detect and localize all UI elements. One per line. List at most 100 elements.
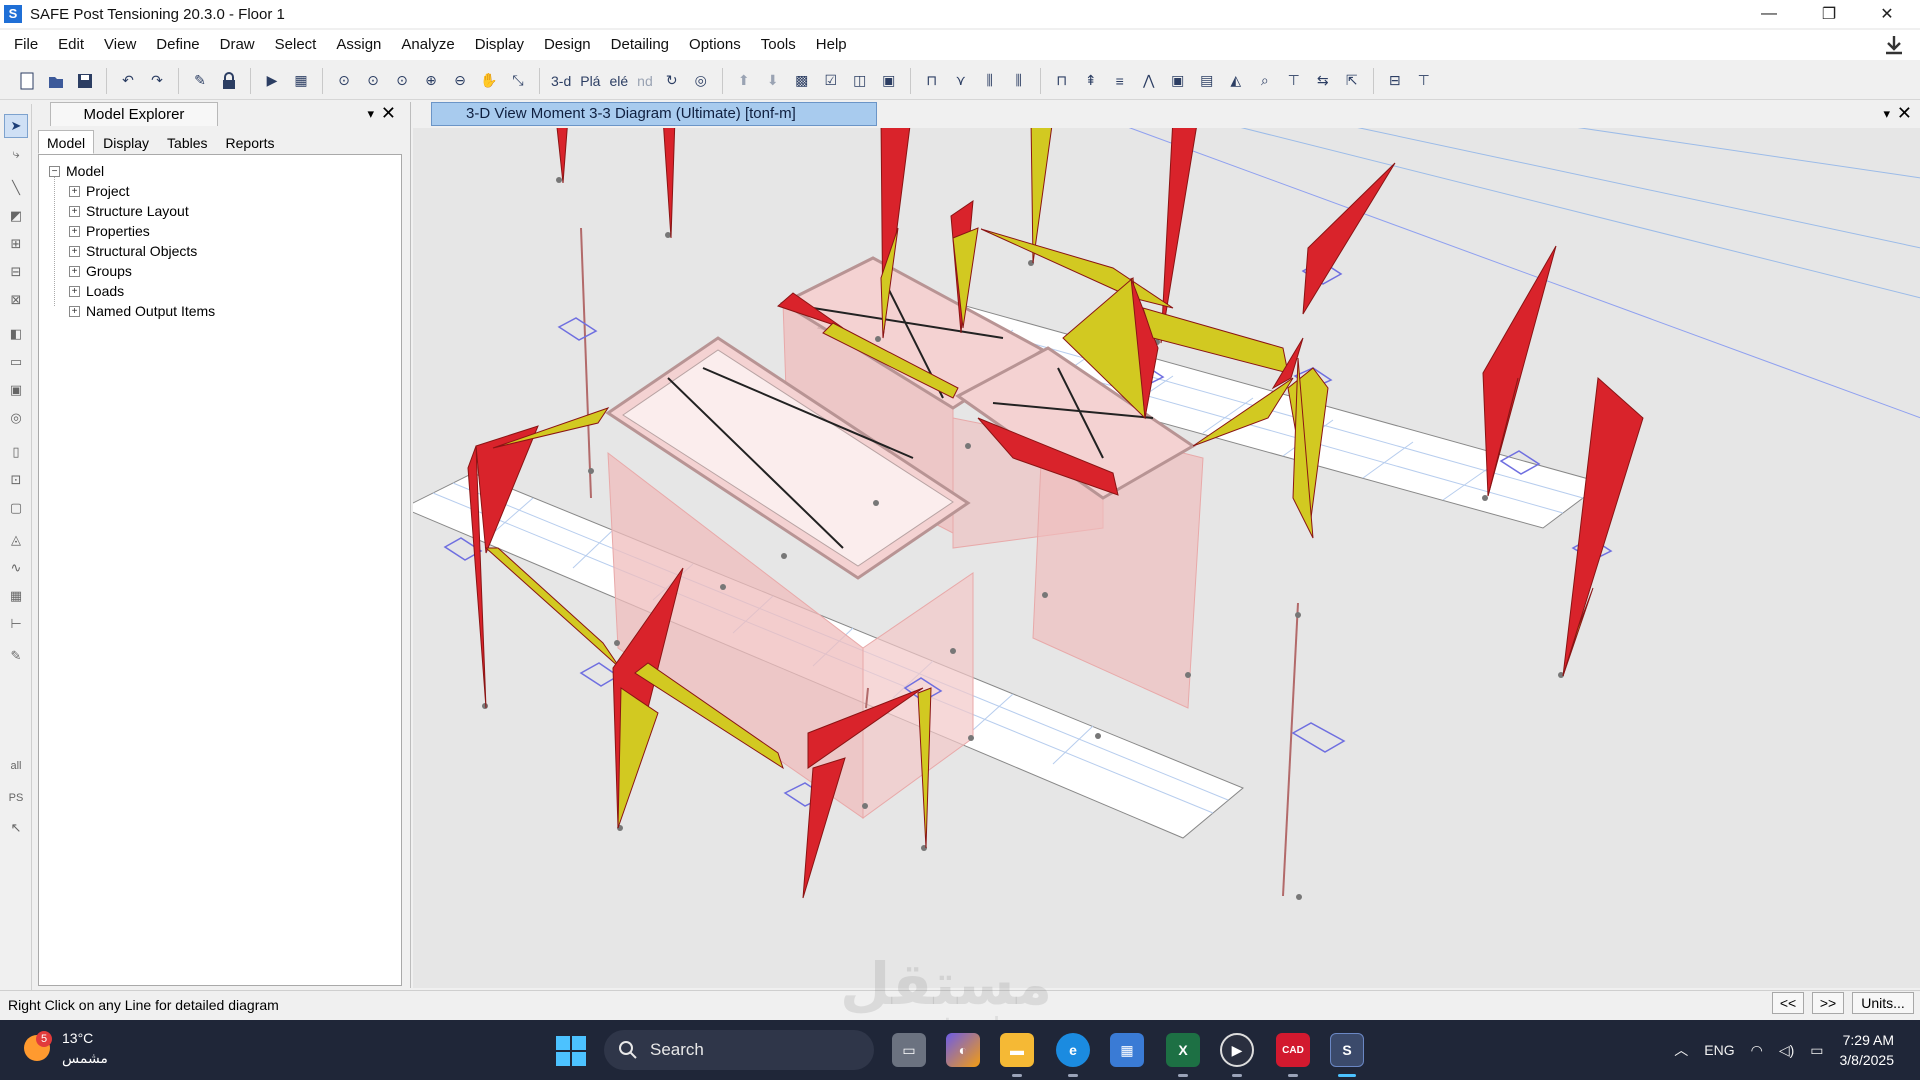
frame-icon[interactable]: ⊓ (1049, 68, 1075, 94)
draw-opening-icon[interactable]: ▣ (4, 378, 28, 402)
new-file-icon[interactable] (14, 68, 40, 94)
taskbar-search[interactable]: Search (604, 1030, 874, 1070)
draw-dimension-icon[interactable]: ⊢ (4, 612, 28, 636)
menu-select[interactable]: Select (265, 30, 327, 60)
safe-app-icon[interactable]: S (1330, 1033, 1364, 1067)
draw-strip-icon[interactable]: ⊡ (4, 468, 28, 492)
hide-icon[interactable]: ▤ (1194, 68, 1220, 94)
draw-line-icon[interactable]: ╲ (4, 176, 28, 200)
tree-node-structural-objects[interactable]: + Structural Objects (69, 241, 197, 261)
view-close-icon[interactable]: ✕ (1897, 103, 1912, 124)
battery-icon[interactable]: ▭ (1810, 1042, 1823, 1059)
expand-icon[interactable]: + (69, 205, 80, 217)
detailing-icon[interactable]: ⊤ (1411, 68, 1437, 94)
menu-define[interactable]: Define (146, 30, 209, 60)
tree-node-groups[interactable]: + Groups (69, 261, 132, 281)
draw-grid-icon[interactable]: ▦ (4, 584, 28, 608)
minimize-button[interactable]: — (1740, 0, 1798, 28)
expand-icon[interactable]: + (69, 305, 80, 317)
draw-design-strip-icon[interactable]: ✎ (4, 644, 28, 668)
menu-detailing[interactable]: Detailing (601, 30, 679, 60)
draw-column-icon[interactable]: ⊞ (4, 232, 28, 256)
tab-reports[interactable]: Reports (217, 130, 284, 154)
menu-draw[interactable]: Draw (210, 30, 265, 60)
reactions-icon[interactable]: ⋎ (948, 68, 974, 94)
restore-button[interactable]: ❐ (1800, 0, 1858, 28)
expand-icon[interactable]: + (69, 245, 80, 257)
zoom-all-icon[interactable]: ⊙ (389, 68, 415, 94)
draw-slab-icon[interactable]: ▢ (4, 496, 28, 520)
grid-icon[interactable]: ⊤ (1281, 68, 1307, 94)
edge-browser-icon[interactable]: e (1056, 1033, 1090, 1067)
wifi-icon[interactable]: ◠ (1751, 1042, 1763, 1059)
units-button[interactable]: Units... (1852, 992, 1914, 1014)
slab-icon[interactable]: ≡ (1107, 68, 1133, 94)
pointer-icon[interactable]: ➤ (4, 114, 28, 138)
deformed-shape-icon[interactable]: ⊓ (919, 68, 945, 94)
store-icon[interactable]: ▦ (1110, 1033, 1144, 1067)
design-icon[interactable]: ⊟ (1382, 68, 1408, 94)
clock[interactable]: 7:29 AM 3/8/2025 (1840, 1030, 1895, 1070)
previous-button[interactable]: << (1772, 992, 1804, 1014)
zoom-window-icon[interactable]: ⊙ (331, 68, 357, 94)
tab-display[interactable]: Display (94, 130, 158, 154)
nd-view-button[interactable]: nd (634, 68, 656, 94)
lock-icon[interactable] (216, 68, 242, 94)
zoom-restore-icon[interactable]: ⊙ (360, 68, 386, 94)
moment-diagram-drawing[interactable] (413, 128, 1920, 988)
tree-node-structure-layout[interactable]: + Structure Layout (69, 201, 189, 221)
check-icon[interactable]: ☑ (818, 68, 844, 94)
windows-start-icon[interactable] (556, 1036, 586, 1066)
expand-icon[interactable]: + (69, 225, 80, 237)
zoom-out-icon[interactable]: ⊖ (447, 68, 473, 94)
tree-node-properties[interactable]: + Properties (69, 221, 150, 241)
object-shrink-icon[interactable]: ▩ (789, 68, 815, 94)
view-dropdown-icon[interactable]: ▾ (1883, 106, 1890, 122)
menu-help[interactable]: Help (806, 30, 857, 60)
select-previous-icon[interactable]: PS (4, 786, 28, 810)
reshape-icon[interactable]: ⤷ (4, 142, 28, 166)
tab-tables[interactable]: Tables (158, 130, 216, 154)
open-icon[interactable] (43, 68, 69, 94)
perspective-icon[interactable]: ◎ (688, 68, 714, 94)
excel-icon[interactable]: X (1166, 1033, 1200, 1067)
expand-icon[interactable]: + (69, 265, 80, 277)
menu-tools[interactable]: Tools (751, 30, 806, 60)
mirror-icon[interactable]: ◭ (1223, 68, 1249, 94)
filter-icon[interactable]: ⇱ (1339, 68, 1365, 94)
menu-analyze[interactable]: Analyze (391, 30, 464, 60)
save-icon[interactable] (72, 68, 98, 94)
rubber-band-icon[interactable]: ⤡ (505, 68, 531, 94)
clear-selection-icon[interactable]: ↖ (4, 816, 28, 840)
draw-brace-icon[interactable]: ⊠ (4, 288, 28, 312)
3d-model-canvas[interactable] (413, 128, 1920, 988)
explorer-dropdown-icon[interactable]: ▾ (367, 106, 374, 122)
extrude-icon[interactable]: ▣ (876, 68, 902, 94)
draw-tendon-icon[interactable]: ◬ (4, 528, 28, 552)
view-title-tab[interactable]: 3-D View Moment 3-3 Diagram (Ultimate) [… (431, 102, 877, 126)
draw-circle-icon[interactable]: ◎ (4, 406, 28, 430)
redo-icon[interactable]: ↷ (144, 68, 170, 94)
run-table-icon[interactable]: ▦ (288, 68, 314, 94)
weather-widget[interactable]: 5 13°C مشمس (24, 1028, 108, 1068)
draw-beam-icon[interactable]: ◩ (4, 204, 28, 228)
tree-node-loads[interactable]: + Loads (69, 281, 124, 301)
collapse-icon[interactable]: − (49, 165, 60, 177)
zoom-in-icon[interactable]: ⊕ (418, 68, 444, 94)
undo-icon[interactable]: ↶ (115, 68, 141, 94)
menu-edit[interactable]: Edit (48, 30, 94, 60)
pan-icon[interactable]: ✋ (476, 68, 502, 94)
move-up-icon[interactable]: ⬆ (731, 68, 757, 94)
edit-icon[interactable]: ✎ (187, 68, 213, 94)
menu-display[interactable]: Display (465, 30, 534, 60)
draw-area-icon[interactable]: ◧ (4, 322, 28, 346)
menu-design[interactable]: Design (534, 30, 601, 60)
expand-icon[interactable]: + (69, 285, 80, 297)
tree-node-project[interactable]: + Project (69, 181, 130, 201)
volume-icon[interactable]: ◁) (1779, 1042, 1794, 1059)
close-button[interactable]: ✕ (1858, 0, 1916, 28)
task-view-icon[interactable]: ▭ (892, 1033, 926, 1067)
tab-model[interactable]: Model (38, 130, 95, 154)
menu-view[interactable]: View (94, 30, 146, 60)
download-icon[interactable] (1882, 33, 1906, 57)
